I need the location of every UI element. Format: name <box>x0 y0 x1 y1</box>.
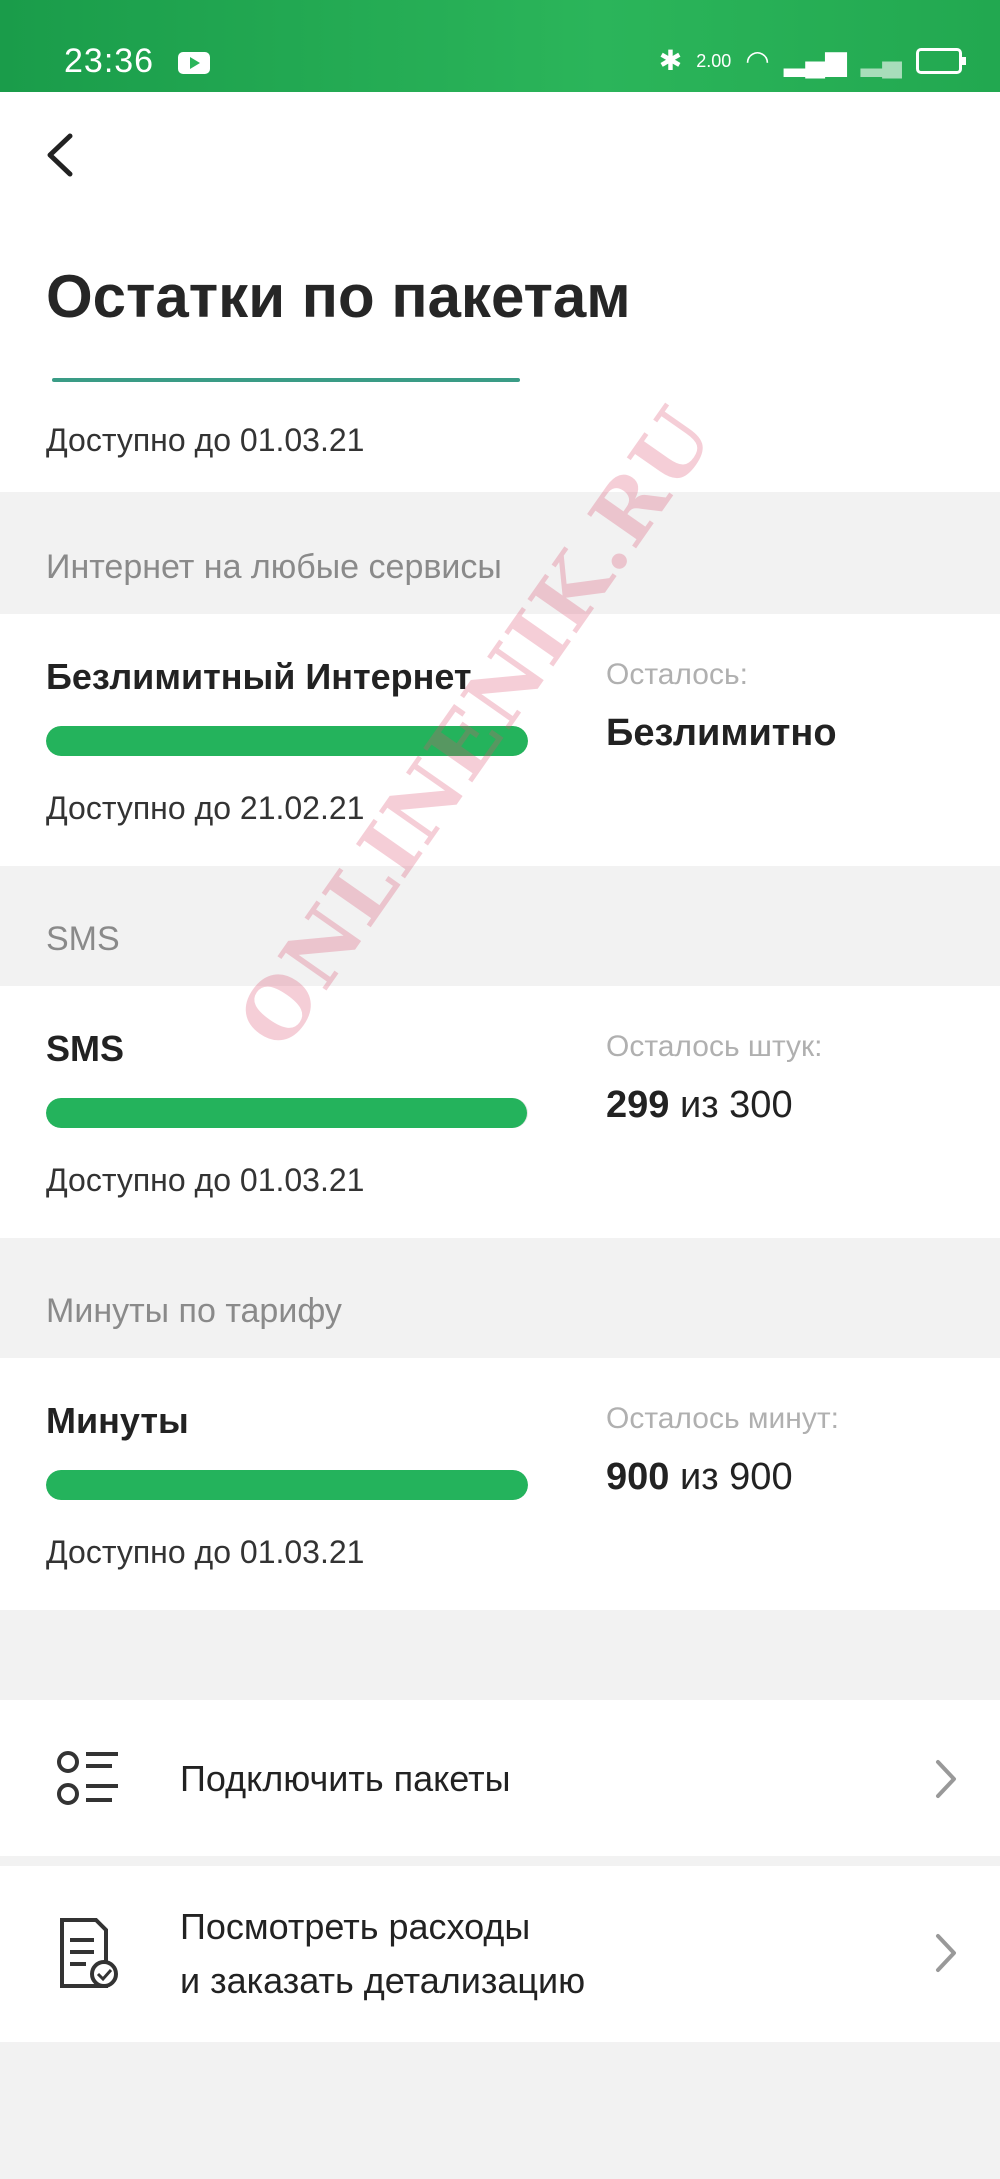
remaining-total: из 900 <box>679 1456 793 1498</box>
connect-packages-label: Подключить пакеты <box>180 1758 511 1799</box>
progress-fill <box>46 1098 527 1128</box>
header-available-date: Доступно до 01.03.21 <box>46 422 365 458</box>
package-name: Безлимитный Интернет <box>46 656 472 697</box>
remaining-count: 900 <box>606 1456 670 1498</box>
package-name: SMS <box>46 1028 125 1069</box>
view-expenses-label-line1: Посмотреть расходы <box>180 1906 531 1947</box>
wifi-icon: ◠ <box>745 45 770 76</box>
back-arrow-icon[interactable] <box>40 130 80 180</box>
vibrate-icon: ✱ <box>658 45 683 76</box>
chevron-right-icon <box>936 1760 956 1798</box>
remaining-value: Безлимитно <box>606 712 837 755</box>
progress-fill <box>46 726 528 756</box>
remaining-value: 299 из 300 <box>606 1084 793 1127</box>
progress-bar <box>46 726 528 756</box>
chevron-right-icon <box>936 1934 956 1972</box>
status-icons: ✱ 2.00 ◠ ▂▄▆ ▂▄ <box>658 44 966 77</box>
signal-icon: ▂▄▆ <box>783 45 847 76</box>
signal-2-icon: ▂▄ <box>860 45 902 76</box>
package-list-icon <box>57 1751 118 1805</box>
remaining-value: 900 из 900 <box>606 1456 793 1499</box>
package-available-date: Доступно до 21.02.21 <box>46 790 365 826</box>
progress-fill <box>46 1470 528 1500</box>
view-expenses-label: Посмотреть расходы и заказать детализаци… <box>180 1900 585 2008</box>
package-name: Минуты <box>46 1400 189 1441</box>
progress-bar <box>46 1470 528 1500</box>
connect-packages-button[interactable]: Подключить пакеты <box>0 1700 1000 1856</box>
view-expenses-button[interactable]: Посмотреть расходы и заказать детализаци… <box>0 1866 1000 2042</box>
title-underline <box>52 378 520 382</box>
package-card-minutes[interactable]: Минуты Доступно до 01.03.21 Осталось мин… <box>0 1358 1000 1610</box>
remaining-label: Осталось: <box>606 658 748 691</box>
net-speed: 2.00 <box>696 50 732 71</box>
view-expenses-label-line2: и заказать детализацию <box>180 1960 586 2001</box>
page-title: Остатки по пакетам <box>46 263 631 330</box>
remaining-total: из 300 <box>679 1084 793 1126</box>
document-check-icon <box>60 1918 118 1988</box>
package-card-internet[interactable]: Безлимитный Интернет Доступно до 21.02.2… <box>0 614 1000 866</box>
progress-bar <box>46 1098 528 1128</box>
page-header: Остатки по пакетам Доступно до 01.03.21 <box>0 92 1000 492</box>
section-label-sms: SMS <box>46 920 120 958</box>
status-time: 23:36 <box>64 42 155 80</box>
section-label-minutes: Минуты по тарифу <box>46 1292 342 1330</box>
remaining-label: Осталось штук: <box>606 1030 823 1063</box>
package-card-sms[interactable]: SMS Доступно до 01.03.21 Осталось штук: … <box>0 986 1000 1238</box>
battery-icon <box>916 47 966 74</box>
remaining-label: Осталось минут: <box>606 1402 839 1435</box>
youtube-notification-icon <box>178 52 210 74</box>
remaining-value-text: Безлимитно <box>606 712 837 754</box>
package-available-date: Доступно до 01.03.21 <box>46 1534 365 1570</box>
section-label-internet: Интернет на любые сервисы <box>46 548 502 586</box>
package-available-date: Доступно до 01.03.21 <box>46 1162 365 1198</box>
status-bar: 23:36 ✱ 2.00 ◠ ▂▄▆ ▂▄ <box>0 0 1000 92</box>
remaining-count: 299 <box>606 1084 670 1126</box>
